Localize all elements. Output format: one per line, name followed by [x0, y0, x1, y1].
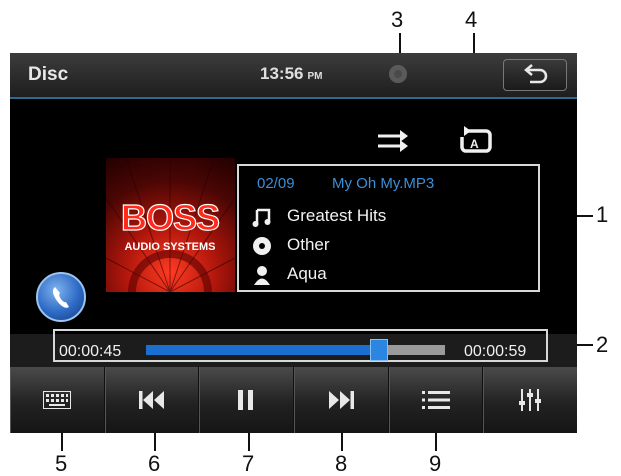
title-bar: Disc 13:56 PM: [10, 53, 577, 99]
callout-1: 1: [596, 202, 609, 227]
svg-text:A: A: [470, 137, 479, 151]
skip-next-icon: [328, 391, 354, 409]
pause-button[interactable]: [199, 367, 295, 433]
repeat-button[interactable]: A: [456, 125, 496, 155]
phone-button[interactable]: [36, 272, 86, 322]
keypad-button[interactable]: [10, 367, 105, 433]
callout-4: 4: [465, 7, 478, 32]
total-time: 00:00:59: [464, 343, 527, 360]
person-icon: [251, 264, 273, 286]
skip-previous-icon: [138, 391, 164, 409]
track-info-panel: 02/09 My Oh My.MP3 Greatest Hits Other A…: [237, 164, 540, 292]
seek-bar-fill: [146, 345, 380, 355]
album-name: Greatest Hits: [287, 206, 387, 225]
disc-icon: [389, 65, 407, 83]
equalizer-icon: [519, 389, 542, 411]
clock-ampm: PM: [307, 71, 323, 82]
genre-name: Other: [287, 235, 330, 254]
shuffle-icon: [378, 130, 408, 152]
repeat-all-icon: A: [460, 126, 492, 153]
seek-handle[interactable]: [370, 339, 389, 361]
head-unit-screen: Disc 13:56 PM A BOSS AUDIO SYSTEMS 02/09…: [10, 53, 577, 433]
boss-logo: BOSS AUDIO SYSTEMS: [106, 158, 235, 292]
callout-6: 6: [148, 451, 161, 476]
clock-time: 13:56: [260, 64, 304, 83]
back-arrow-icon: [524, 64, 548, 84]
pause-icon: [238, 390, 254, 410]
back-button[interactable]: [503, 59, 567, 91]
previous-track-button[interactable]: [105, 367, 200, 433]
equalizer-button[interactable]: [483, 367, 577, 433]
control-bar: [10, 367, 577, 433]
callout-7: 7: [242, 451, 255, 476]
callout-8: 8: [335, 451, 348, 476]
keyboard-icon: [42, 391, 71, 409]
source-title: Disc: [28, 64, 69, 85]
shuffle-button[interactable]: [376, 127, 410, 155]
phone-icon: [52, 287, 69, 308]
callout-2: 2: [596, 332, 609, 357]
music-note-icon: [251, 206, 273, 228]
artist-name: Aqua: [287, 264, 327, 283]
clock: 13:56 PM: [260, 64, 322, 84]
callout-3: 3: [391, 7, 404, 32]
callout-5: 5: [55, 451, 68, 476]
next-track-button[interactable]: [294, 367, 389, 433]
album-art-subtitle: AUDIO SYSTEMS: [124, 241, 215, 253]
album-art-brand: BOSS: [121, 197, 219, 238]
elapsed-time: 00:00:45: [59, 343, 122, 360]
album-art: BOSS AUDIO SYSTEMS: [106, 158, 235, 292]
track-number: 02/09: [257, 175, 295, 192]
playlist-button[interactable]: [389, 367, 484, 433]
disc-genre-icon: [251, 235, 273, 257]
list-icon: [421, 391, 450, 409]
file-name: My Oh My.MP3: [332, 175, 435, 192]
callout-9: 9: [429, 451, 442, 476]
seek-bar[interactable]: [146, 339, 445, 361]
